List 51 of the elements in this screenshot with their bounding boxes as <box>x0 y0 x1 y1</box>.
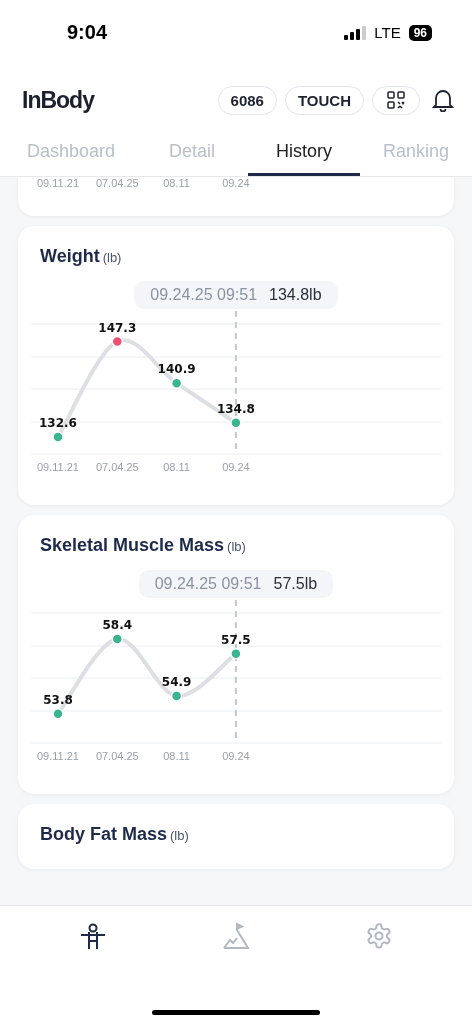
qr-code-button[interactable] <box>372 85 420 115</box>
axis-label: 07.04.25 <box>95 177 139 189</box>
axis-label: 09.11.21 <box>37 177 79 189</box>
axis-label: 09.24 <box>222 461 250 473</box>
axis-label: 08.11 <box>163 750 190 762</box>
data-label: 134.8 <box>216 401 255 416</box>
axis-label: 09.11.21 <box>37 750 79 762</box>
axis-label: 08.11 <box>163 177 190 189</box>
body-figure-icon <box>79 922 108 950</box>
app-logo: InBody <box>22 86 94 114</box>
data-label: 58.4 <box>102 618 133 632</box>
data-label: 147.3 <box>98 320 137 335</box>
unit-label: (lb) <box>170 828 189 843</box>
tooltip-value: 57.5lb <box>273 575 318 593</box>
unit-label: (lb) <box>102 250 122 265</box>
card-title: Weight <box>40 246 100 267</box>
unit-label: (lb) <box>227 539 246 554</box>
data-point[interactable] <box>170 377 183 389</box>
data-point[interactable] <box>111 633 124 645</box>
battery-level: 96 <box>408 24 432 41</box>
axis-label: 09.24 <box>222 750 250 762</box>
data-point[interactable] <box>52 708 64 720</box>
axis-label: 09.11.21 <box>37 461 79 473</box>
signal-icon <box>344 25 367 40</box>
mountain-flag-icon <box>222 922 250 950</box>
axis-label: 07.04.25 <box>95 750 139 762</box>
data-label: 57.5 <box>221 632 251 647</box>
data-label: 54.9 <box>161 674 192 689</box>
tooltip-date: 09.24.25 09:51 <box>150 286 258 304</box>
data-point[interactable] <box>230 647 242 660</box>
data-point[interactable] <box>52 431 64 443</box>
data-label: 140.9 <box>157 362 196 377</box>
card-title: Skeletal Muscle Mass <box>40 535 225 556</box>
data-point[interactable] <box>230 417 242 429</box>
notification-bell-icon[interactable] <box>432 88 454 112</box>
axis-label: 09.24 <box>222 177 250 189</box>
qr-code-icon <box>387 91 405 109</box>
network-label: LTE <box>374 24 401 41</box>
tooltip-value: 134.8lb <box>269 286 322 304</box>
card-title: Body Fat Mass <box>40 824 168 845</box>
data-point[interactable] <box>111 335 124 348</box>
status-time: 9:04 <box>67 21 108 44</box>
code-button[interactable]: TOUCH <box>284 85 364 115</box>
tooltip-date: 09.24.25 09:51 <box>154 575 262 593</box>
axis-label: 08.11 <box>163 461 190 473</box>
data-label: 132.6 <box>39 416 77 431</box>
axis-label: 07.04.25 <box>95 461 139 473</box>
settings-icon <box>364 922 393 950</box>
data-point[interactable] <box>170 690 183 702</box>
data-label: 53.8 <box>43 692 73 707</box>
code-button[interactable]: 6086 <box>217 85 277 115</box>
